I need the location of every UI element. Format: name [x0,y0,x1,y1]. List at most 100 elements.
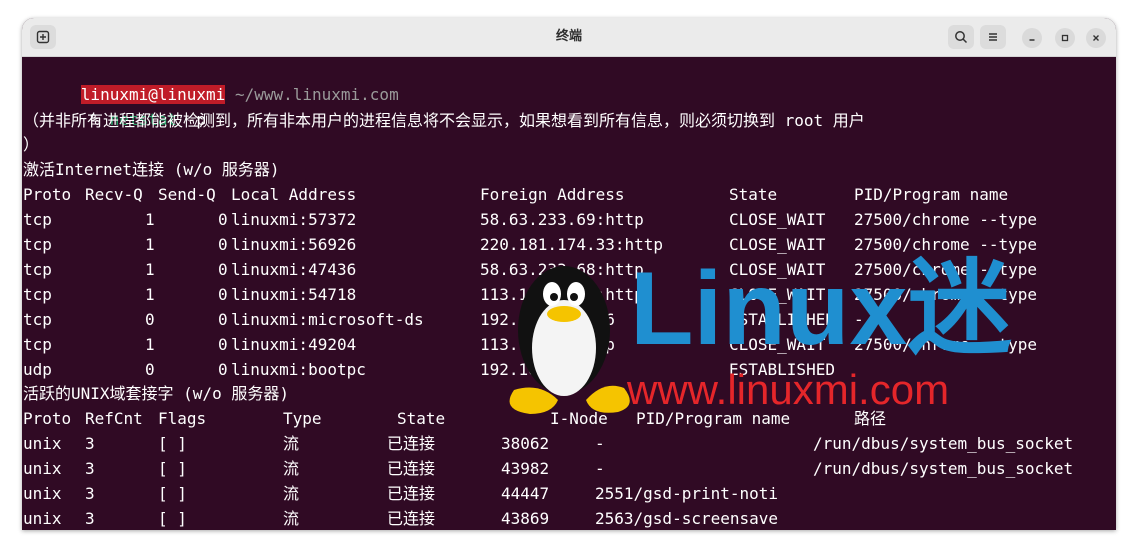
cell-flags: [ ] [158,434,187,453]
logo-text: Linux迷 [630,252,1012,357]
cell-proto: tcp [23,285,52,304]
cell-type: 流 [283,459,300,478]
cell-proto: unix [23,484,62,503]
cell-path: /run/dbus/system_bus_socket [813,459,1074,478]
col-proto: Proto [23,185,72,204]
col-state: State [397,409,446,428]
col-local: Local Address [231,185,357,204]
cell-type: 流 [283,509,300,528]
cell-pid: - [595,434,605,453]
cell-local: linuxmi:56926 [231,235,357,254]
cell-type: 流 [283,434,300,453]
maximize-button[interactable] [1055,28,1075,48]
cell-refcnt: 3 [85,459,95,478]
notice-line-end: ） [23,135,40,154]
cell-flags: [ ] [158,459,187,478]
cell-proto: tcp [23,310,52,329]
cell-state: 已连接 [387,434,436,453]
tux-penguin-logo [509,266,630,414]
col-recvq: Recv-Q [85,185,143,204]
cell-sendq: 0 [218,210,228,229]
prompt-line: linuxmi@linuxmi ~/www.linuxmi.com [23,59,399,104]
cell-type: 流 [283,484,300,503]
prompt-path: ~/www.linuxmi.com [234,85,399,104]
cell-proto: tcp [23,210,52,229]
col-refcnt: RefCnt [85,409,143,428]
cell-recvq: 1 [145,335,155,354]
linuxmi-watermark: Linux迷 www.linuxmi.com [500,252,1060,422]
search-icon [955,31,968,44]
cell-inode: 43982 [501,459,550,478]
minimize-button[interactable] [1022,28,1042,48]
search-button[interactable] [948,25,974,49]
cell-sendq: 0 [218,235,228,254]
cell-state: 已连接 [387,459,436,478]
cell-recvq: 1 [145,235,155,254]
unix-table-row: unix 3 [ ] 流 已连接 44447 2551/gsd-print-noti [23,482,1113,506]
cell-state: CLOSE_WAIT [729,210,826,229]
cell-recvq: 1 [145,285,155,304]
notice-line: （并非所有进程都能被检测到，所有非本用户的进程信息将不会显示，如果想看到所有信息… [23,111,865,130]
cell-proto: tcp [23,235,52,254]
menu-button[interactable] [980,25,1006,49]
col-state: State [729,185,778,204]
cell-local: linuxmi:54718 [231,285,357,304]
linuxmi-logo-text: Linux迷 [630,252,1012,357]
hamburger-menu-icon [989,33,997,41]
cell-state: 已连接 [387,484,436,503]
cell-pid: 27500/chrome --type [854,210,1038,229]
cell-local: linuxmi:47436 [231,260,357,279]
cell-refcnt: 3 [85,509,95,528]
unix-table-row: unix 3 [ ] 流 已连接 38062 - /run/dbus/system_bus_s… [23,432,1113,456]
cell-proto: unix [23,509,62,528]
cell-recvq: 1 [145,210,155,229]
cell-recvq: 0 [145,310,155,329]
watermark-url: www.linuxmi.com [627,366,950,413]
cell-sendq: 0 [218,285,228,304]
command-line: % netstat -p [23,84,206,129]
cell-sendq: 0 [218,335,228,354]
title-bar: 终端 [22,18,1116,57]
cell-sendq: 0 [218,310,228,329]
cell-local: linuxmi:49204 [231,335,357,354]
cell-pid: 2551/gsd-print-noti [595,484,779,503]
cell-proto: tcp [23,335,52,354]
cell-foreign: 58.63.233.69:http [480,210,644,229]
cell-recvq: 0 [145,360,155,379]
cell-pid: - [595,459,605,478]
cell-local: linuxmi:microsoft-ds [231,310,424,329]
inet-table-row: tcp 1 0 linuxmi:57372 58.63.233.69:http CLOSE… [23,208,1113,232]
cell-proto: unix [23,434,62,453]
col-sendq: Send-Q [158,185,216,204]
col-proto: Proto [23,409,72,428]
unix-table-row: unix 3 [ ] 流 已连接 43982 - /run/dbus/system_bus_s… [23,457,1113,481]
cell-refcnt: 3 [85,484,95,503]
cell-inode: 44447 [501,484,550,503]
cell-refcnt: 3 [85,434,95,453]
cell-state: 已连接 [387,509,436,528]
cell-flags: [ ] [158,509,187,528]
col-foreign: Foreign Address [480,185,625,204]
cell-inode: 38062 [501,434,550,453]
cell-proto: udp [23,360,52,379]
unix-section-title: 活跃的UNIX域套接字 (w/o 服务器) [23,384,289,403]
unix-table-row: unix 3 [ ] 流 已连接 43869 2563/gsd-screensave [23,507,1113,530]
inet-section-title: 激活Internet连接 (w/o 服务器) [23,160,280,179]
cell-path: /run/dbus/system_bus_socket [813,434,1074,453]
cell-local: linuxmi:57372 [231,210,357,229]
cell-pid: 2563/gsd-screensave [595,509,779,528]
close-icon [1093,35,1099,41]
col-flags: Flags [158,409,207,428]
maximize-icon [1061,34,1069,42]
cell-proto: tcp [23,260,52,279]
cell-local: linuxmi:bootpc [231,360,366,379]
cell-sendq: 0 [218,360,228,379]
inet-header-row: Proto Recv-Q Send-Q Local Address Foreig… [23,183,1113,207]
minimize-icon [1029,39,1035,41]
cell-flags: [ ] [158,484,187,503]
cell-recvq: 1 [145,260,155,279]
close-button[interactable] [1086,28,1106,48]
col-pid: PID/Program name [854,185,1009,204]
cell-inode: 43869 [501,509,550,528]
cell-sendq: 0 [218,260,228,279]
